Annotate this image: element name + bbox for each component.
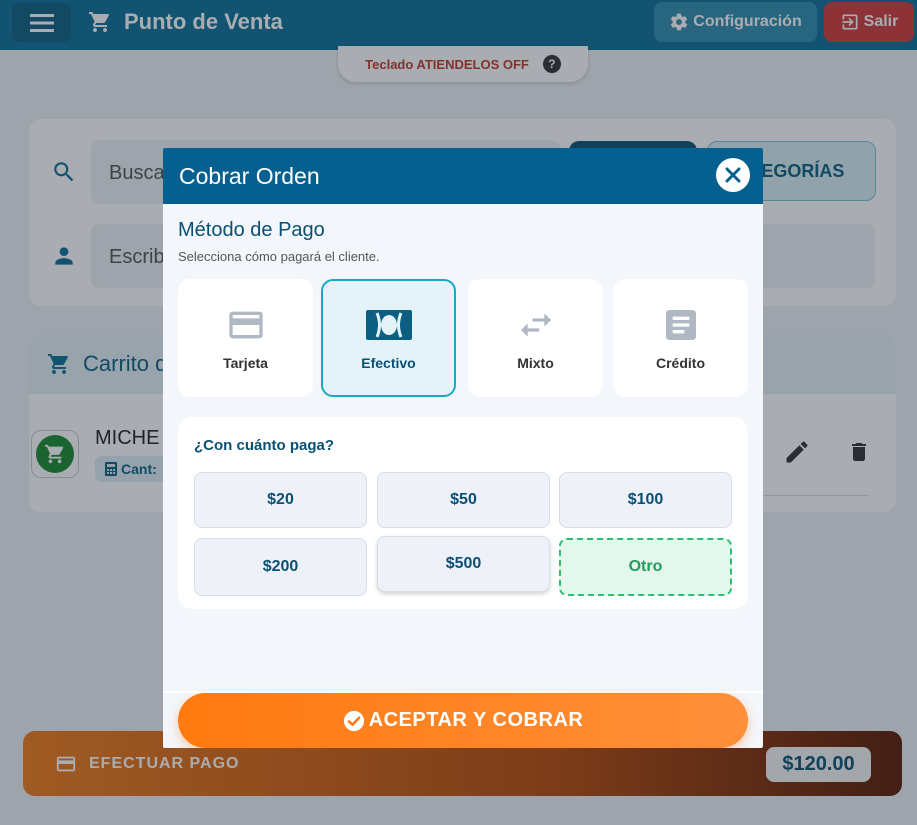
credit-card-icon bbox=[228, 311, 263, 339]
amount-button-100[interactable]: $100 bbox=[559, 472, 732, 528]
amount-button-other[interactable]: Otro bbox=[559, 538, 732, 596]
method-card-tarjeta[interactable]: Tarjeta bbox=[178, 279, 313, 397]
accept-label: ACEPTAR Y COBRAR bbox=[368, 709, 584, 731]
charge-order-modal: Cobrar Orden Método de Pago Selecciona c… bbox=[163, 148, 763, 748]
cash-amount-panel: ¿Con cuánto paga? $20 $50 $100 $200 $500… bbox=[178, 417, 748, 609]
payment-method-title: Método de Pago bbox=[178, 219, 325, 241]
amount-button-50[interactable]: $50 bbox=[377, 472, 550, 528]
amount-button-20[interactable]: $20 bbox=[194, 472, 367, 528]
method-label-tarjeta: Tarjeta bbox=[223, 355, 268, 371]
method-card-efectivo[interactable]: Efectivo bbox=[321, 279, 456, 397]
close-icon bbox=[725, 167, 741, 183]
document-icon bbox=[665, 310, 696, 340]
close-button[interactable] bbox=[716, 158, 750, 192]
amount-button-200[interactable]: $200 bbox=[194, 538, 367, 596]
cash-icon bbox=[365, 310, 412, 340]
check-circle-icon bbox=[343, 710, 364, 731]
method-label-mixto: Mixto bbox=[517, 355, 554, 371]
cash-question: ¿Con cuánto paga? bbox=[194, 437, 334, 454]
method-card-mixto[interactable]: Mixto bbox=[468, 279, 603, 397]
payment-method-subtitle: Selecciona cómo pagará el cliente. bbox=[178, 249, 380, 264]
method-label-efectivo: Efectivo bbox=[361, 355, 416, 371]
modal-header: Cobrar Orden bbox=[163, 148, 763, 204]
accept-and-charge-button[interactable]: ACEPTAR Y COBRAR bbox=[178, 693, 748, 748]
swap-arrows-icon bbox=[520, 313, 551, 337]
method-label-credito: Crédito bbox=[656, 355, 705, 371]
method-card-credito[interactable]: Crédito bbox=[613, 279, 748, 397]
amount-button-500[interactable]: $500 bbox=[377, 536, 550, 592]
modal-title: Cobrar Orden bbox=[179, 162, 320, 189]
